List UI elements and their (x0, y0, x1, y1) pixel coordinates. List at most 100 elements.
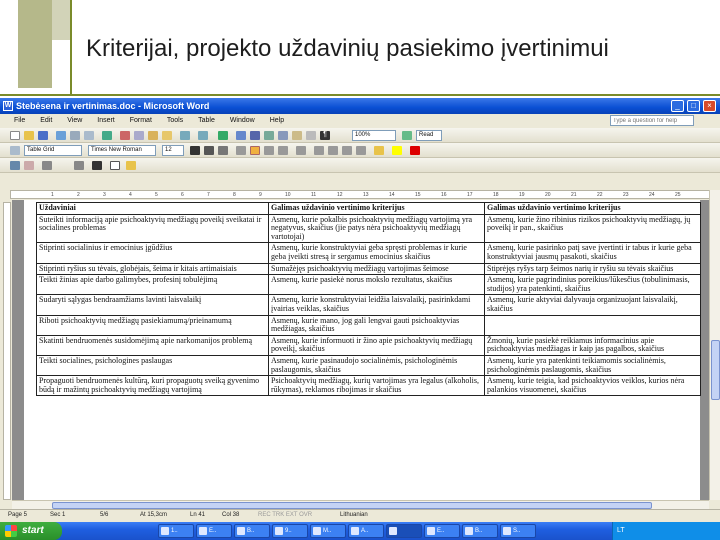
vertical-scroll-thumb[interactable] (711, 340, 720, 400)
new-doc-icon[interactable] (10, 131, 20, 140)
table-cell[interactable]: Skatinti bendruomenės susidomėjimą apie … (36, 334, 269, 356)
taskbar-task[interactable]: E.. (196, 524, 232, 538)
taskbar-task[interactable]: B.. (234, 524, 270, 538)
drawing-icon[interactable] (292, 131, 302, 140)
maximize-button[interactable]: □ (687, 100, 700, 112)
menu-insert[interactable]: Insert (97, 114, 115, 128)
insert-table-icon[interactable] (250, 131, 260, 140)
start-button[interactable]: start (0, 522, 62, 540)
columns-icon[interactable] (278, 131, 288, 140)
zoom-select[interactable]: 100% (352, 130, 396, 141)
menu-table[interactable]: Table (198, 114, 215, 128)
horizontal-scroll-thumb[interactable] (52, 502, 652, 509)
copy-icon[interactable] (134, 131, 144, 140)
styles-icon[interactable] (10, 146, 20, 155)
vertical-scrollbar[interactable] (709, 190, 720, 500)
window-titlebar[interactable]: W Stebėsena ir vertinimas.doc - Microsof… (0, 98, 720, 114)
table-cell[interactable]: Psichoaktyvių medžiagų, kurių vartojimas… (268, 375, 485, 397)
language-indicator[interactable]: LT (617, 527, 625, 534)
redo-icon[interactable] (198, 131, 208, 140)
read-button[interactable]: Read (416, 130, 442, 141)
spelling-icon[interactable] (102, 131, 112, 140)
menu-format[interactable]: Format (130, 114, 152, 128)
decrease-indent-icon[interactable] (342, 146, 352, 155)
show-hide-icon[interactable]: ¶ (320, 131, 330, 140)
bullets-icon[interactable] (328, 146, 338, 155)
numbering-icon[interactable] (314, 146, 324, 155)
table-cell[interactable]: Asmenų, kurie pasinaudojo socialinėmis, … (268, 354, 485, 377)
taskbar-task[interactable]: S.. (500, 524, 536, 538)
tables-borders-icon[interactable] (236, 131, 246, 140)
border-icon[interactable] (110, 161, 120, 170)
increase-indent-icon[interactable] (356, 146, 366, 155)
table-cell[interactable]: Stiprinti ryšius su tėvais, globėjais, š… (36, 262, 269, 276)
table-cell[interactable]: Asmenų, kurie mano, jog gali lengvai gau… (268, 314, 485, 336)
table-cell[interactable]: Riboti psichoaktyvių medžiagų pasiekiamu… (36, 314, 269, 336)
hyperlink-icon[interactable] (218, 131, 228, 140)
table-cell[interactable]: Asmenų, kurie teigia, kad psichoaktyvios… (484, 375, 701, 397)
align-center-icon[interactable] (250, 146, 260, 155)
excel-icon[interactable] (264, 131, 274, 140)
cut-icon[interactable] (120, 131, 130, 140)
help-search-input[interactable] (610, 115, 694, 126)
table-cell[interactable]: Žmonių, kurie pasiekė reikiamus informac… (484, 334, 701, 356)
print-preview-icon[interactable] (84, 131, 94, 140)
minimize-button[interactable]: _ (671, 100, 684, 112)
align-left-icon[interactable] (236, 146, 246, 155)
menu-window[interactable]: Window (230, 114, 255, 128)
table-cell[interactable]: Asmenų, kurie pagrindinius poreikius/lūk… (484, 274, 701, 296)
permission-icon[interactable] (56, 131, 66, 140)
paste-icon[interactable] (148, 131, 158, 140)
table-cell[interactable]: Asmenų, kurie konstruktyviai geba spręst… (268, 242, 485, 264)
table-cell[interactable]: Stiprinti socialinius ir emocinius įgūdž… (36, 242, 269, 264)
line-weight-icon[interactable] (74, 161, 84, 170)
taskbar-task[interactable]: A.. (348, 524, 384, 538)
italic-icon[interactable] (204, 146, 214, 155)
undo-icon[interactable] (180, 131, 190, 140)
style-select[interactable]: Table Grid (24, 145, 82, 156)
vertical-ruler[interactable] (3, 202, 11, 500)
menu-view[interactable]: View (67, 114, 82, 128)
table-cell[interactable]: Asmenų, kurie žino ribinius rizikos psic… (484, 213, 701, 244)
table-cell[interactable]: Asmenų, kurie pasirinko patį save įverti… (484, 242, 701, 264)
save-icon[interactable] (38, 131, 48, 140)
table-cell[interactable]: Asmenų, kurie konstruktyviai leidžia lai… (268, 294, 485, 316)
table-cell[interactable]: Stiprėjęs ryšys tarp šeimos narių ir ryš… (484, 262, 701, 276)
highlight-icon[interactable] (392, 146, 402, 155)
line-spacing-icon[interactable] (296, 146, 306, 155)
align-right-icon[interactable] (264, 146, 274, 155)
table-header-cell[interactable]: Galimas uždavinio vertinimo kriterijus (484, 202, 701, 215)
format-painter-icon[interactable] (162, 131, 172, 140)
menu-edit[interactable]: Edit (40, 114, 52, 128)
horizontal-ruler[interactable]: 1 2 3 4 5 6 7 8 9 10 11 12 13 14 15 16 1… (10, 190, 710, 199)
eraser-icon[interactable] (24, 161, 34, 170)
table-cell[interactable]: Propaguoti bendruomenės kultūrą, kuri pr… (36, 375, 269, 397)
font-select[interactable]: Times New Roman (88, 145, 156, 156)
font-color-icon[interactable] (410, 146, 420, 155)
table-cell[interactable]: Asmenų, kurie pokalbis psichoaktyvių med… (268, 213, 485, 244)
print-icon[interactable] (70, 131, 80, 140)
line-style-icon[interactable] (42, 161, 52, 170)
table-cell[interactable]: Asmenų, kurie informuoti ir žino apie ps… (268, 334, 485, 356)
table-header-cell[interactable]: Uždaviniai (36, 202, 269, 215)
menu-file[interactable]: File (14, 114, 25, 128)
taskbar-task[interactable]: 1.. (158, 524, 194, 538)
outside-border-icon[interactable] (374, 146, 384, 155)
table-cell[interactable]: Asmenų, kurie pasiekė norus mokslo rezul… (268, 274, 485, 296)
table-cell[interactable]: Asmenų, kurie aktyviai dalyvauja organiz… (484, 294, 701, 316)
table-header-cell[interactable]: Galimas uždavinio vertinimo kriterijus (268, 202, 485, 215)
document-area[interactable]: Uždaviniai Galimas uždavinio vertinimo k… (12, 200, 709, 500)
menu-tools[interactable]: Tools (167, 114, 183, 128)
taskbar-task[interactable]: 9.. (272, 524, 308, 538)
taskbar-task-active[interactable] (386, 524, 422, 538)
taskbar-task[interactable]: M.. (310, 524, 346, 538)
taskbar-task[interactable]: E.. (424, 524, 460, 538)
bold-icon[interactable] (190, 146, 200, 155)
table-cell[interactable]: Sumažėjęs psichoaktyvių medžiagų vartoji… (268, 262, 485, 276)
table-cell[interactable]: Sudaryti sąlygas bendraamžiams lavinti l… (36, 294, 269, 316)
table-cell[interactable]: Suteikti informaciją apie psichoaktyvių … (36, 213, 269, 244)
open-folder-icon[interactable] (24, 131, 34, 140)
horizontal-scrollbar[interactable] (12, 500, 709, 509)
table-cell[interactable] (484, 314, 701, 336)
document-map-icon[interactable] (306, 131, 316, 140)
